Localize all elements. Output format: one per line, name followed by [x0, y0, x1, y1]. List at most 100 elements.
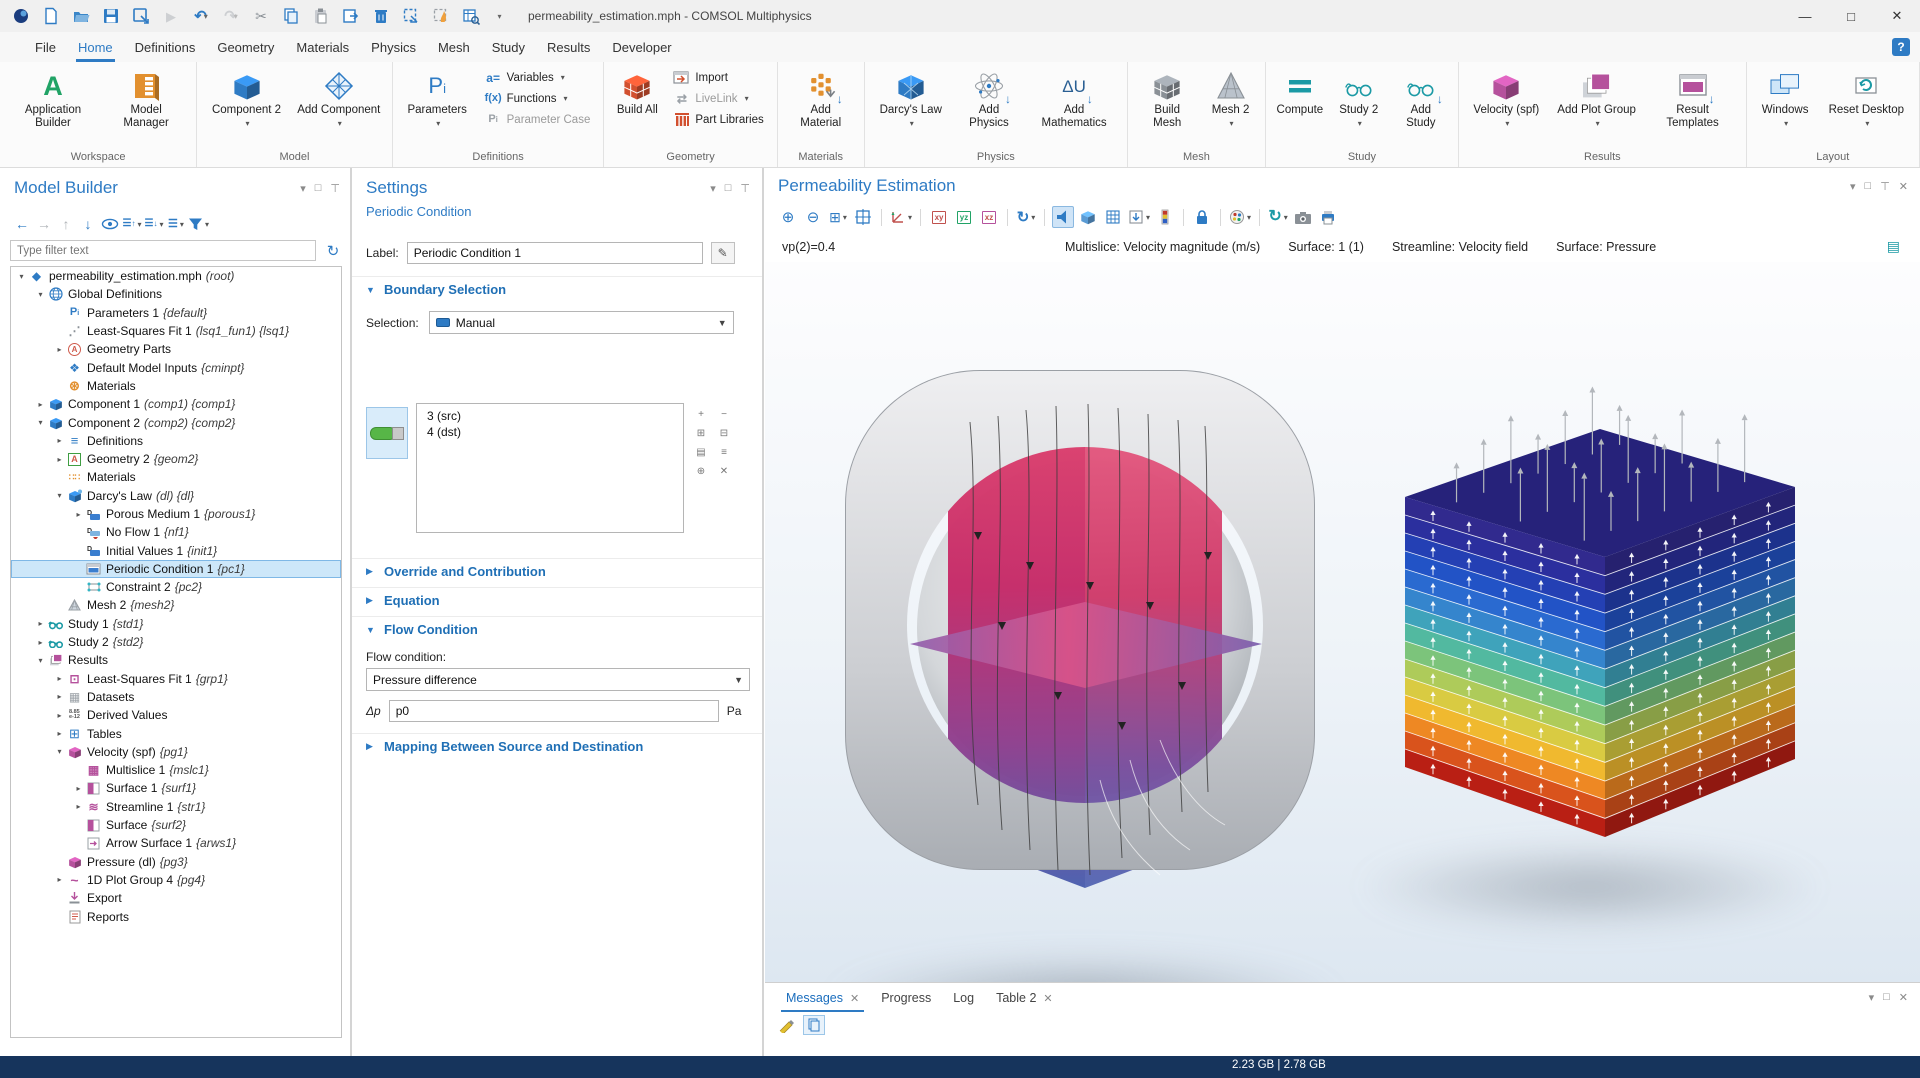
build-all-button[interactable]: Build All	[609, 64, 665, 117]
clear-selection-icon[interactable]: ≡	[715, 444, 733, 460]
color-theme-icon[interactable]: ▾	[1228, 206, 1252, 228]
tab-messages[interactable]: Messages✕	[775, 985, 870, 1012]
remove-from-selection-icon[interactable]: ⊟	[715, 425, 733, 441]
help-icon[interactable]: ?	[1892, 38, 1910, 56]
panel-float-icon[interactable]: □	[1883, 991, 1890, 1004]
add-to-selection-icon[interactable]: −	[715, 406, 733, 422]
play-button[interactable]: ▶	[158, 4, 184, 28]
copy-button[interactable]	[278, 4, 304, 28]
ribbon-tab-study[interactable]: Study	[481, 35, 536, 62]
close-button[interactable]: ✕	[1874, 0, 1920, 32]
panel-pin-icon[interactable]: ⊤	[330, 182, 340, 195]
ribbon-tab-physics[interactable]: Physics	[360, 35, 427, 62]
tree-item-least-squares-fit-1[interactable]: ⋰Least-Squares Fit 1(lsq1_fun1) {lsq1}	[11, 322, 341, 340]
section-boundary-selection[interactable]: ▼ Boundary Selection	[352, 276, 762, 302]
tab-table-2[interactable]: Table 2✕	[985, 985, 1064, 1012]
tree-item-periodic-condition-1[interactable]: Periodic Condition 1{pc1}	[11, 560, 341, 578]
tree-item-reports[interactable]: Reports	[11, 907, 341, 925]
import-button[interactable]: Import	[669, 67, 767, 88]
refresh-icon[interactable]: ↻	[322, 240, 344, 261]
result-templates-button[interactable]: ↓Result Templates	[1645, 64, 1741, 130]
clear-log-icon[interactable]	[775, 1015, 797, 1035]
application-builder-button[interactable]: AApplication Builder	[5, 64, 101, 130]
tree-down-arrow-icon[interactable]: ▾	[15, 272, 28, 281]
move-up-icon[interactable]: ↑	[56, 214, 76, 234]
panel-float-icon[interactable]: □	[315, 182, 322, 195]
selection-list-icon[interactable]: ✕	[715, 463, 733, 479]
ribbon-tab-developer[interactable]: Developer	[601, 35, 682, 62]
back-icon[interactable]: ←	[12, 214, 32, 234]
section-equation[interactable]: ▶ Equation	[352, 587, 762, 613]
forward-icon[interactable]: →	[34, 214, 54, 234]
mesh-2-button[interactable]: Mesh 2 ▾	[1201, 64, 1259, 130]
tree-filter-input[interactable]	[10, 240, 316, 261]
tree-item-results[interactable]: ▾Results	[11, 651, 341, 669]
zoom-box-icon[interactable]: ⊞▾	[827, 206, 849, 228]
functions-button[interactable]: f(x)Functions▾	[481, 88, 595, 109]
panel-float-icon[interactable]: □	[1865, 180, 1872, 193]
tree-item-multislice-1[interactable]: ▦Multislice 1{mslc1}	[11, 761, 341, 779]
legend-page-icon[interactable]: ▤	[1887, 238, 1900, 255]
tree-item-component-2[interactable]: ▾Component 2(comp2) {comp2}	[11, 413, 341, 431]
lock-view-icon[interactable]	[1191, 206, 1213, 228]
tree-down-arrow-icon[interactable]: ▾	[53, 491, 66, 500]
tree-right-arrow-icon[interactable]: ▸	[53, 345, 66, 354]
tree-item-streamline-1[interactable]: ▸≋Streamline 1{str1}	[11, 798, 341, 816]
reset-desktop-button[interactable]: Reset Desktop ▾	[1819, 64, 1914, 130]
tree-right-arrow-icon[interactable]: ▸	[72, 510, 85, 519]
dp-input[interactable]	[389, 700, 719, 722]
delete-button[interactable]	[368, 4, 394, 28]
snapshot-icon[interactable]	[1292, 206, 1314, 228]
color-bar-icon[interactable]	[1154, 206, 1176, 228]
copy-log-icon[interactable]	[803, 1015, 825, 1035]
tree-right-arrow-icon[interactable]: ▸	[34, 619, 47, 628]
show-icon[interactable]	[100, 214, 120, 234]
preview-table-button[interactable]	[458, 4, 484, 28]
label-input[interactable]	[407, 242, 703, 264]
print-icon[interactable]	[1317, 206, 1339, 228]
tree-right-arrow-icon[interactable]: ▸	[53, 711, 66, 720]
plot-canvas[interactable]	[765, 262, 1920, 982]
ribbon-tab-definitions[interactable]: Definitions	[124, 35, 207, 62]
tree-item-mesh-2[interactable]: Mesh 2{mesh2}	[11, 596, 341, 614]
flow-condition-dropdown[interactable]: Pressure difference ▼	[366, 668, 750, 691]
create-selection-icon[interactable]: +	[692, 406, 710, 422]
ribbon-tab-geometry[interactable]: Geometry	[206, 35, 285, 62]
tree-item-export[interactable]: Export	[11, 889, 341, 907]
minimize-button[interactable]: —	[1782, 0, 1828, 32]
velocity-spf--button[interactable]: Velocity (spf) ▾	[1464, 64, 1549, 130]
tree-item-darcy-s-law[interactable]: ▾Darcy's Law(dl) {dl}	[11, 487, 341, 505]
transparency-icon[interactable]	[1077, 206, 1099, 228]
tree-right-arrow-icon[interactable]: ▸	[53, 455, 66, 464]
section-mapping[interactable]: ▶ Mapping Between Source and Destination	[352, 733, 762, 759]
duplicate-button[interactable]	[338, 4, 364, 28]
ribbon-tab-file[interactable]: File	[24, 35, 67, 62]
tree-item-velocity-spf-[interactable]: ▾Velocity (spf){pg1}	[11, 743, 341, 761]
boundary-item[interactable]: 3 (src)	[417, 408, 683, 424]
tree-right-arrow-icon[interactable]: ▸	[53, 729, 66, 738]
tree-right-arrow-icon[interactable]: ▸	[34, 400, 47, 409]
add-material-button[interactable]: ↓Add Material	[783, 64, 859, 130]
selection-dropdown[interactable]: Manual ▼	[429, 311, 734, 334]
add-study-button[interactable]: ↓Add Study	[1389, 64, 1453, 130]
darcy-s-law-button[interactable]: Darcy's Law ▾	[870, 64, 952, 130]
grid-icon[interactable]	[1102, 206, 1124, 228]
tree-item-component-1[interactable]: ▸Component 1(comp1) {comp1}	[11, 395, 341, 413]
tree-item-materials[interactable]: ∷∷Materials	[11, 468, 341, 486]
panel-pin-icon[interactable]: ⊤	[1880, 180, 1890, 193]
cut-button[interactable]: ✂	[248, 4, 274, 28]
tree-item-parameters-1[interactable]: PiParameters 1{default}	[11, 304, 341, 322]
panel-float-icon[interactable]: □	[725, 182, 732, 195]
model-tree-node-text-icon[interactable]: ☰▾	[166, 214, 186, 234]
tree-item-surface[interactable]: Surface{surf2}	[11, 816, 341, 834]
panel-close-icon[interactable]: ✕	[1899, 991, 1908, 1004]
paste-button[interactable]	[308, 4, 334, 28]
undo-button[interactable]: ↶▾	[188, 4, 214, 28]
tab-progress[interactable]: Progress	[870, 985, 942, 1012]
tree-item-surface-1[interactable]: ▸Surface 1{surf1}	[11, 779, 341, 797]
tree-right-arrow-icon[interactable]: ▸	[53, 436, 66, 445]
tree-right-arrow-icon[interactable]: ▸	[72, 784, 85, 793]
add-plot-group-button[interactable]: Add Plot Group ▾	[1549, 64, 1645, 130]
open-file-button[interactable]	[68, 4, 94, 28]
component-2-button[interactable]: Component 2 ▾	[202, 64, 291, 130]
